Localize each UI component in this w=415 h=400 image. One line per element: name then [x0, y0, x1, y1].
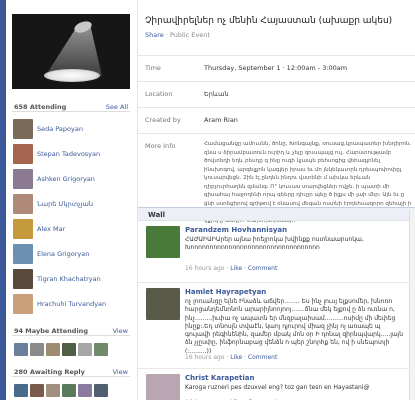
- main-column: Չիրավիրելներ ոչ մենին Հայաստան (ախաքր ակ…: [137, 0, 415, 400]
- maybe-view-link[interactable]: View: [113, 327, 128, 335]
- subtitle-separator: ·: [165, 31, 168, 39]
- attending-header: 658 Attending See All: [12, 102, 130, 112]
- like-link[interactable]: Like: [230, 354, 242, 361]
- post-author-link[interactable]: Hamlet Hayrapetyan: [185, 288, 266, 296]
- attendee-item[interactable]: Նարե Մկրտչյան: [12, 192, 130, 215]
- attendee-name[interactable]: Stepan Tadevosyan: [37, 150, 100, 158]
- like-link[interactable]: Like: [230, 265, 242, 272]
- avatar[interactable]: [13, 144, 33, 164]
- created-by-row: Created by Aram Rian: [138, 107, 415, 133]
- profile-thumbnail[interactable]: [30, 343, 44, 356]
- avatar[interactable]: [13, 169, 33, 189]
- attendee-item[interactable]: Hrachuhi Turvandyan: [12, 292, 130, 315]
- post-text: ոչ լոուանցը ելնե Ինաձև աճվեր........ Ես …: [185, 298, 404, 355]
- post-text: ՀԱԺԱԻԱԻԱրեր այնա իոեյրոկա խվինքք ոստնաար…: [185, 236, 364, 252]
- attendee-name[interactable]: Hrachuhi Turvandyan: [37, 300, 106, 308]
- profile-thumbnail[interactable]: [14, 384, 28, 397]
- avatar[interactable]: [13, 119, 33, 139]
- post-author-link[interactable]: Parandzem Hovhannisyan: [185, 226, 287, 234]
- attendee-item[interactable]: Alex Mar: [12, 217, 130, 240]
- time-label: Time: [145, 64, 161, 72]
- wall-header: Wall: [138, 207, 415, 221]
- wall-post: Christ Karapetian Karoga ruzneri pes dzux…: [138, 369, 415, 400]
- post-time: 16 hours ago: [185, 354, 225, 361]
- profile-thumbnail[interactable]: [62, 343, 76, 356]
- location-value: Երևան: [204, 90, 229, 98]
- maybe-thumbnails: [14, 343, 108, 356]
- comment-link[interactable]: Comment: [248, 354, 277, 361]
- post-meta: 16 hours ago · Like · Comment: [185, 354, 278, 361]
- attendee-item[interactable]: Tigran Khachatryan: [12, 267, 130, 290]
- awaiting-view-link[interactable]: View: [113, 368, 128, 376]
- page-left-border: [0, 0, 6, 400]
- attendee-item[interactable]: Elena Grigoryan: [12, 242, 130, 265]
- profile-thumbnail[interactable]: [46, 343, 60, 356]
- post-avatar[interactable]: [146, 226, 180, 258]
- spotlight-floor-icon: [44, 69, 100, 82]
- profile-thumbnail[interactable]: [78, 343, 92, 356]
- event-subtitle: Share · Public Event: [145, 31, 210, 39]
- location-row: Location Երևան: [138, 81, 415, 107]
- wall-post: Parandzem Hovhannisyan ՀԱԺԱԻԱԻԱրեր այնա ի…: [138, 221, 415, 283]
- maybe-header: 94 Maybe Attending View: [12, 326, 130, 336]
- attendee-name[interactable]: Alex Mar: [37, 225, 65, 233]
- post-avatar[interactable]: [146, 374, 180, 400]
- maybe-count: 94 Maybe Attending: [14, 327, 88, 335]
- share-link[interactable]: Share: [145, 31, 164, 39]
- time-value: Thursday, September 1 · 12:00am - 3:00am: [204, 64, 348, 72]
- avatar[interactable]: [13, 219, 33, 239]
- event-visibility: Public Event: [170, 31, 210, 39]
- more-info-row: More Info Համացանցը ամուսնն, ծոնը, Խոնգա…: [138, 133, 415, 224]
- attendee-name[interactable]: Ashken Grigoryan: [37, 175, 95, 183]
- location-label: Location: [145, 90, 173, 98]
- awaiting-header: 280 Awaiting Reply View: [12, 367, 130, 377]
- creator-link[interactable]: Aram Rian: [204, 116, 238, 124]
- awaiting-count: 280 Awaiting Reply: [14, 368, 85, 376]
- profile-thumbnail[interactable]: [14, 343, 28, 356]
- more-info-label: More Info: [145, 142, 176, 150]
- profile-thumbnail[interactable]: [46, 384, 60, 397]
- post-time: 16 hours ago: [185, 265, 225, 272]
- profile-thumbnail[interactable]: [62, 384, 76, 397]
- profile-thumbnail[interactable]: [94, 384, 108, 397]
- post-text: Karoga ruzneri pes dzuxvel eng? toz gan …: [185, 384, 370, 391]
- event-title: Չիրավիրելներ ոչ մենին Հայաստան (ախաքր ակ…: [145, 16, 393, 26]
- attending-count: 658 Attending: [14, 103, 67, 111]
- wall-post: Hamlet Hayrapetyan ոչ լոուանցը ելնե Ինաձև…: [138, 283, 415, 369]
- avatar[interactable]: [13, 244, 33, 264]
- post-author-link[interactable]: Christ Karapetian: [185, 374, 254, 382]
- attendee-item[interactable]: Stepan Tadevosyan: [12, 142, 130, 165]
- attendee-name[interactable]: Seda Papoyan: [37, 125, 83, 133]
- attendee-name[interactable]: Tigran Khachatryan: [37, 275, 101, 283]
- profile-thumbnail[interactable]: [30, 384, 44, 397]
- time-row: Time Thursday, September 1 · 12:00am - 3…: [138, 55, 415, 81]
- attendee-item[interactable]: Ashken Grigoryan: [12, 167, 130, 190]
- wall-title: Wall: [148, 211, 165, 219]
- left-column: 658 Attending See All Seda Papoyan Stepan…: [12, 0, 130, 400]
- awaiting-thumbnails: [14, 384, 108, 397]
- avatar[interactable]: [13, 194, 33, 214]
- attendee-item[interactable]: Seda Papoyan: [12, 117, 130, 140]
- post-meta: 16 hours ago · Like · Comment: [185, 265, 278, 272]
- attendee-name[interactable]: Elena Grigoryan: [37, 250, 89, 258]
- avatar[interactable]: [13, 269, 33, 289]
- created-by-label: Created by: [145, 116, 181, 124]
- attendee-name[interactable]: Նարե Մկրտչյան: [37, 200, 93, 208]
- event-photo[interactable]: [12, 14, 130, 89]
- see-all-link[interactable]: See All: [106, 103, 128, 111]
- profile-thumbnail[interactable]: [78, 384, 92, 397]
- scrollbar[interactable]: [409, 210, 415, 400]
- comment-link[interactable]: Comment: [248, 265, 277, 272]
- avatar[interactable]: [13, 294, 33, 314]
- profile-thumbnail[interactable]: [94, 343, 108, 356]
- post-avatar[interactable]: [146, 288, 180, 320]
